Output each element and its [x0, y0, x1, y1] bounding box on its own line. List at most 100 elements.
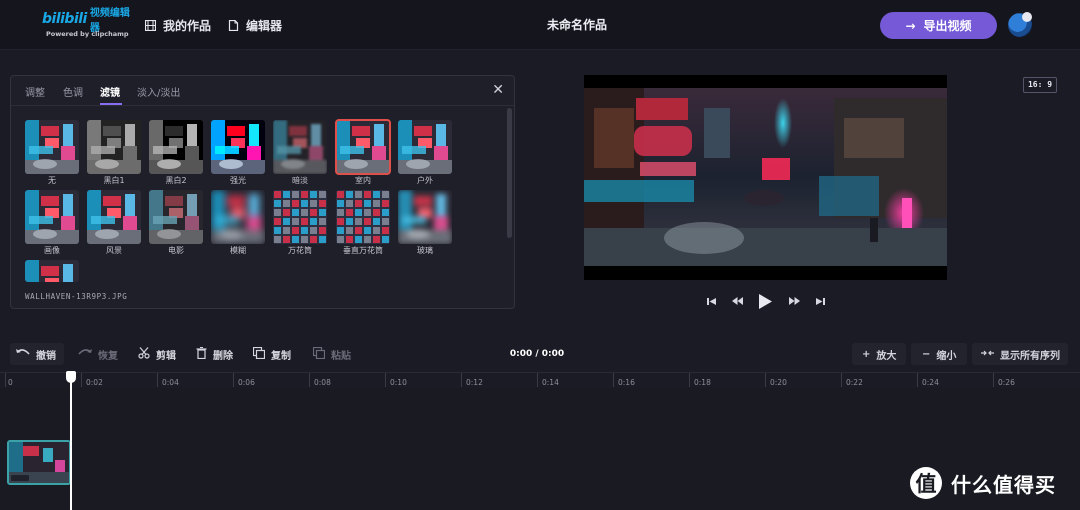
filter-thumb[interactable] [149, 190, 203, 244]
ruler-tick [157, 373, 158, 387]
copy-label: 复制 [271, 350, 291, 362]
top-bar: bilibili 视频编辑器 Powered by clipchamp 我的作品… [0, 0, 1080, 50]
skip-back-icon[interactable] [705, 290, 717, 312]
show-all-button[interactable]: 显示所有序列 [981, 344, 1060, 364]
filter-label: 模糊 [230, 246, 246, 255]
redo-button[interactable]: 恢复 [78, 344, 118, 364]
redo-label: 恢复 [98, 350, 118, 362]
ruler-tick-label: 0:04 [162, 378, 179, 387]
logo-powered-by: Powered by clipchamp [46, 30, 129, 38]
ruler-tick-label: 0:06 [238, 378, 255, 387]
paste-label: 粘贴 [331, 350, 351, 362]
playhead-handle[interactable] [66, 371, 76, 383]
nav-my-works[interactable]: 我的作品 [145, 15, 211, 35]
logo-bilibili-text: bilibili [42, 11, 87, 27]
filter-thumb[interactable] [336, 190, 390, 244]
filter-thumb[interactable] [398, 120, 452, 174]
nav-editor-label: 编辑器 [246, 18, 283, 33]
copy-button[interactable]: 复制 [252, 344, 291, 364]
panel-scrollbar[interactable] [507, 108, 512, 238]
watermark-text: 什么值得买 [951, 472, 1056, 497]
app-logo[interactable]: bilibili 视频编辑器 Powered by clipchamp [42, 8, 132, 39]
playback-controls [700, 290, 830, 312]
paste-button[interactable]: 粘贴 [312, 344, 351, 364]
zoom-in-button[interactable]: + 放大 [862, 344, 896, 364]
arrow-right-icon: → [905, 18, 916, 33]
zoom-out-button[interactable]: − 缩小 [922, 344, 956, 364]
filter-thumb[interactable] [25, 120, 79, 174]
undo-button[interactable]: 撤销 [16, 344, 56, 364]
nav-editor[interactable]: 编辑器 [228, 15, 282, 35]
filter-thumb[interactable] [273, 190, 327, 244]
skip-forward-icon[interactable] [814, 290, 826, 312]
undo-label: 撤销 [36, 350, 56, 362]
preview-image [584, 88, 947, 266]
watermark: 值 什么值得买 [910, 467, 1056, 499]
filter-thumb[interactable] [87, 190, 141, 244]
ruler-tick [81, 373, 82, 387]
fit-icon [981, 349, 994, 360]
export-video-label: 导出视频 [923, 19, 972, 33]
filter-label: 风景 [106, 246, 122, 255]
timeline-ruler[interactable]: 0 0:02 0:04 0:06 0:08 0:10 0:12 0:14 0:16 0:18 0:2… [0, 372, 1080, 388]
ruler-tick-label: 0 [8, 378, 13, 387]
ruler-tick-label: 0:12 [466, 378, 483, 387]
ruler-tick-label: 0:14 [542, 378, 559, 387]
tab-fade[interactable]: 淡入/淡出 [137, 84, 180, 99]
ruler-tick-label: 0:02 [86, 378, 103, 387]
tab-filters[interactable]: 滤镜 [100, 84, 120, 99]
edit-toolbar: 撤销 恢复 剪辑 删除 复制 粘贴 0:00 / 0:00 + 放大 − 缩小 … [0, 338, 1080, 370]
ruler-tick [765, 373, 766, 387]
tab-color[interactable]: 色调 [63, 84, 83, 99]
aspect-ratio-button[interactable]: 16: 9 [1023, 77, 1057, 93]
trash-icon [196, 346, 207, 362]
filter-thumb[interactable] [149, 120, 203, 174]
cut-button[interactable]: 剪辑 [138, 344, 176, 364]
ruler-tick [5, 373, 6, 387]
fast-forward-icon[interactable] [787, 290, 801, 312]
ruler-tick [309, 373, 310, 387]
rewind-icon[interactable] [730, 290, 744, 312]
video-preview[interactable] [584, 75, 947, 280]
filter-label: 户外 [417, 176, 433, 185]
filter-thumb[interactable] [25, 260, 79, 282]
project-title[interactable]: 未命名作品 [500, 16, 654, 33]
filter-label: 万花筒 [288, 246, 312, 255]
ruler-tick-label: 0:24 [922, 378, 939, 387]
watermark-logo: 值 [910, 467, 942, 499]
ruler-tick-label: 0:10 [390, 378, 407, 387]
play-icon[interactable] [757, 290, 773, 312]
ruler-tick [385, 373, 386, 387]
show-all-label: 显示所有序列 [1000, 350, 1060, 362]
close-icon[interactable]: ✕ [492, 82, 504, 98]
filter-label: 黑白2 [165, 176, 187, 185]
delete-button[interactable]: 删除 [196, 344, 233, 364]
ruler-tick [233, 373, 234, 387]
ruler-tick-label: 0:26 [998, 378, 1015, 387]
filter-thumb[interactable] [211, 190, 265, 244]
zoom-in-label: 放大 [876, 350, 897, 362]
filter-thumb[interactable] [273, 120, 327, 174]
film-icon [145, 19, 156, 31]
ruler-tick [689, 373, 690, 387]
filter-thumb[interactable] [398, 190, 452, 244]
document-icon [228, 19, 239, 31]
filter-label: 垂直万花筒 [343, 246, 383, 255]
tab-adjust[interactable]: 调整 [25, 84, 45, 99]
zoom-out-label: 缩小 [936, 350, 957, 362]
ruler-tick-label: 0:08 [314, 378, 331, 387]
export-video-button[interactable]: → 导出视频 [880, 12, 997, 39]
filter-label: 无 [48, 176, 56, 185]
timeline-clip[interactable] [7, 440, 71, 485]
ruler-tick-label: 0:16 [618, 378, 635, 387]
ruler-tick [613, 373, 614, 387]
filter-label: 画像 [44, 246, 60, 255]
filter-thumb[interactable] [335, 119, 391, 175]
filter-thumb[interactable] [211, 120, 265, 174]
filter-label: 玻璃 [417, 246, 433, 255]
file-name-label: WALLHAVEN-13R9P3.JPG [25, 292, 128, 301]
filter-thumb[interactable] [25, 190, 79, 244]
playhead[interactable] [70, 376, 72, 510]
filter-label: 强光 [230, 176, 246, 185]
filter-thumb[interactable] [87, 120, 141, 174]
